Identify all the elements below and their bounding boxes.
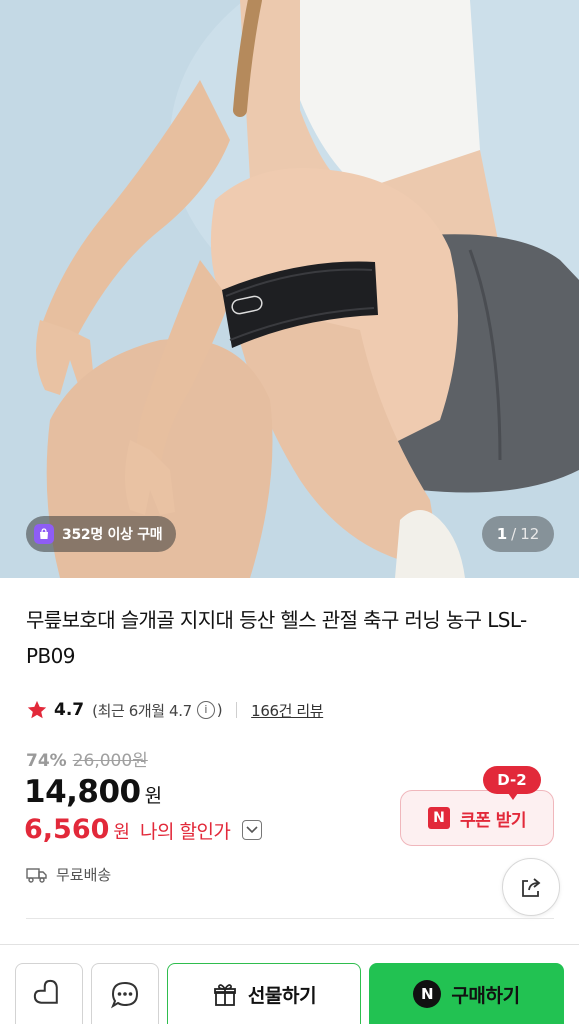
share-icon bbox=[522, 878, 541, 897]
image-pager: 1 / 12 bbox=[482, 516, 554, 552]
delivery-label: 무료배송 bbox=[56, 866, 112, 884]
discount-line: 74% 26,000원 bbox=[26, 746, 148, 771]
my-price-value: 6,560 bbox=[24, 814, 110, 845]
pager-separator: / bbox=[511, 525, 517, 543]
star-icon bbox=[27, 700, 47, 719]
recent-rating: (최근 6개월 4.7 i ) bbox=[92, 700, 223, 721]
wishlist-button[interactable] bbox=[15, 963, 83, 1024]
sale-price-value: 14,800 bbox=[24, 774, 141, 810]
section-divider bbox=[26, 918, 554, 919]
coupon-button[interactable]: N 쿠폰 받기 bbox=[400, 790, 554, 846]
pager-total: 12 bbox=[520, 525, 540, 543]
heart-outline-icon bbox=[33, 979, 58, 1004]
truck-icon bbox=[26, 867, 47, 883]
product-title: 무릎보호대 슬개골 지지대 등산 헬스 관절 축구 러닝 농구 LSL-PB09 bbox=[26, 608, 527, 668]
original-price: 26,000원 bbox=[72, 751, 148, 771]
chevron-down-icon[interactable] bbox=[242, 819, 263, 840]
pager-current: 1 bbox=[496, 525, 508, 543]
info-icon[interactable]: i bbox=[196, 701, 215, 719]
my-discount-price[interactable]: 6,560 원 나의 할인가 bbox=[24, 814, 263, 845]
share-button[interactable] bbox=[502, 858, 560, 916]
naver-pay-logo-icon: N bbox=[413, 980, 442, 1008]
coupon-dday-badge: D-2 bbox=[483, 766, 541, 800]
buy-label: 구매하기 bbox=[451, 984, 520, 1007]
product-image-carousel[interactable]: 352명 이상 구매 1 / 12 bbox=[0, 0, 579, 578]
buyers-count-badge: 352명 이상 구매 bbox=[26, 516, 177, 552]
shopping-bag-icon bbox=[34, 524, 54, 544]
rating-divider bbox=[236, 702, 238, 718]
my-price-label: 나의 할인가 bbox=[139, 821, 231, 843]
chat-button[interactable] bbox=[91, 963, 159, 1024]
recent-rating-close: ) bbox=[216, 701, 223, 719]
buyers-count-text: 352명 이상 구매 bbox=[62, 527, 163, 543]
sale-price-currency: 원 bbox=[144, 785, 163, 807]
chat-bubble-icon bbox=[110, 981, 139, 1008]
rating-row: 4.7 (최근 6개월 4.7 i ) 166건 리뷰 bbox=[26, 696, 324, 724]
sale-price: 14,800 원 bbox=[24, 774, 162, 810]
naver-logo-icon: N bbox=[428, 807, 450, 829]
delivery-info: 무료배송 bbox=[26, 864, 111, 885]
product-photo bbox=[0, 0, 579, 578]
recent-rating-text: (최근 6개월 4.7 bbox=[92, 701, 192, 720]
my-price-currency: 원 bbox=[113, 822, 130, 843]
gift-box-icon bbox=[213, 983, 236, 1006]
discount-percent: 74% bbox=[26, 751, 67, 771]
coupon-label: 쿠폰 받기 bbox=[460, 810, 526, 831]
bottom-action-bar: 선물하기 N 구매하기 bbox=[0, 944, 579, 1024]
buy-button[interactable]: N 구매하기 bbox=[369, 963, 564, 1024]
gift-label: 선물하기 bbox=[247, 985, 317, 1007]
rating-score: 4.7 bbox=[54, 700, 85, 720]
gift-button[interactable]: 선물하기 bbox=[167, 963, 361, 1024]
reviews-link[interactable]: 166건 리뷰 bbox=[251, 700, 323, 721]
